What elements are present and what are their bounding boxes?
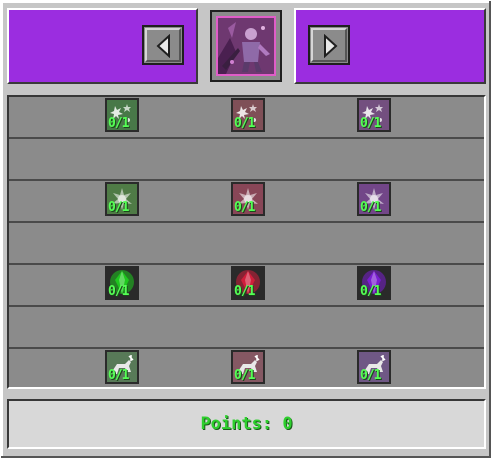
perk-slot[interactable]: 0/1 [357, 350, 391, 384]
perk-count: 0/1 [234, 200, 256, 215]
perk-slot[interactable]: 0/1 [357, 98, 391, 132]
perk-slot[interactable]: 0/1 [105, 182, 139, 216]
perk-count: 0/1 [108, 116, 130, 131]
row-divider [9, 179, 484, 181]
perk-count: 0/1 [234, 284, 256, 299]
perk-slot[interactable]: 0/1 [231, 350, 265, 384]
perk-count: 0/1 [108, 368, 130, 383]
perk-slot[interactable]: 0/1 [357, 182, 391, 216]
perk-count: 0/1 [234, 368, 256, 383]
header-bar-left [7, 8, 198, 84]
perk-count: 0/1 [108, 200, 130, 215]
perk-count: 0/1 [360, 116, 382, 131]
prev-page-button[interactable] [142, 25, 184, 65]
hero-portrait-icon [216, 16, 276, 76]
perk-slot[interactable]: 0/1 [105, 350, 139, 384]
arrow-left-icon [156, 34, 170, 58]
points-label: Points: 0 [200, 414, 293, 434]
row-divider [9, 263, 484, 265]
perk-grid: 0/1 0/1 0/1 0/1 0/1 0/1 0/1 0/1 0/1 0/1 … [7, 95, 486, 389]
portrait-frame [210, 10, 282, 82]
perk-count: 0/1 [360, 368, 382, 383]
perk-count: 0/1 [234, 116, 256, 131]
perk-slot[interactable]: 0/1 [231, 266, 265, 300]
perk-slot[interactable]: 0/1 [357, 266, 391, 300]
row-divider [9, 347, 484, 349]
next-page-button[interactable] [308, 25, 350, 65]
perk-count: 0/1 [360, 200, 382, 215]
points-footer: Points: 0 [7, 399, 486, 449]
perk-panel: 0/1 0/1 0/1 0/1 0/1 0/1 0/1 0/1 0/1 0/1 … [0, 0, 492, 459]
perk-count: 0/1 [108, 284, 130, 299]
perk-slot[interactable]: 0/1 [231, 98, 265, 132]
arrow-right-icon [324, 34, 338, 58]
row-divider [9, 137, 484, 139]
perk-slot[interactable]: 0/1 [105, 98, 139, 132]
row-divider [9, 305, 484, 307]
perk-count: 0/1 [360, 284, 382, 299]
perk-slot[interactable]: 0/1 [105, 266, 139, 300]
header-bar-right [294, 8, 486, 84]
perk-slot[interactable]: 0/1 [231, 182, 265, 216]
row-divider [9, 221, 484, 223]
